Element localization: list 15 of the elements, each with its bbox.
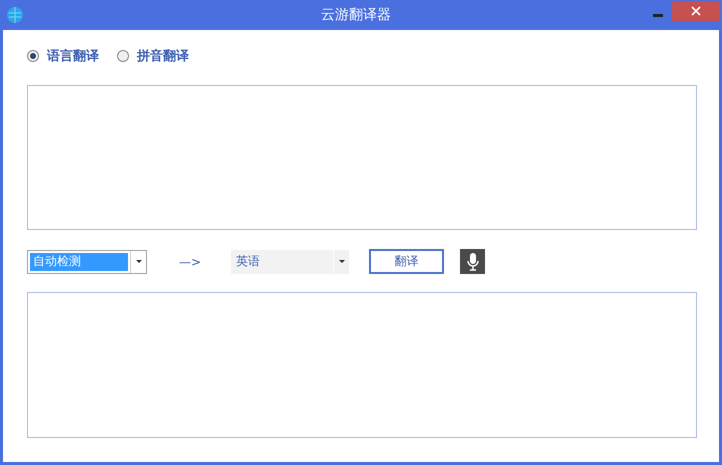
- dropdown-arrow-icon: [338, 260, 345, 263]
- radio-button[interactable]: [117, 50, 129, 62]
- radio-button[interactable]: [27, 50, 39, 62]
- mode-radio-option[interactable]: 语言翻译: [27, 47, 99, 65]
- close-button[interactable]: [672, 1, 720, 21]
- microphone-icon: [466, 252, 479, 270]
- translate-button[interactable]: 翻译: [369, 249, 444, 274]
- globe-icon: [6, 6, 24, 24]
- target-language-dropdown[interactable]: 英语: [231, 250, 350, 274]
- window-title: 云游翻译器: [320, 6, 392, 24]
- microphone-button[interactable]: [460, 249, 486, 274]
- direction-arrow: —>: [179, 254, 202, 268]
- mode-radio-option[interactable]: 拼音翻译: [117, 47, 189, 65]
- close-icon: [691, 6, 701, 16]
- dropdown-arrow-icon: [136, 260, 142, 263]
